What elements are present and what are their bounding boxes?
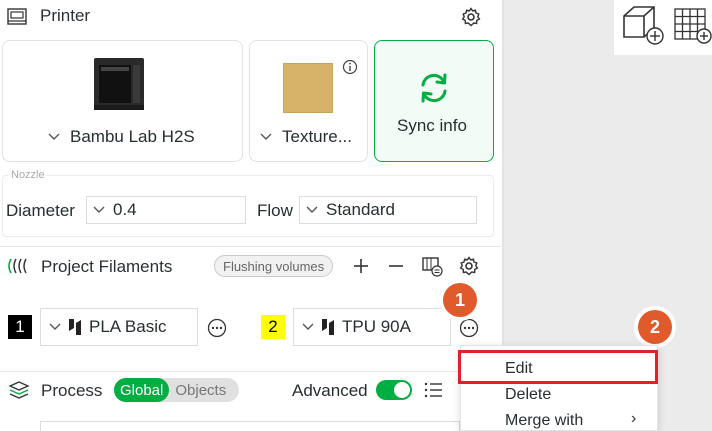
plate-image [283,63,333,113]
advanced-switch[interactable] [376,380,412,400]
process-title: Process [41,381,103,400]
sidebar: Printer Bambu Lab H2S Texture... Sync in… [0,0,502,431]
filament-sync-icon[interactable] [421,255,443,277]
plate-name: Texture... [282,127,352,146]
advanced-label: Advanced [292,381,368,400]
diameter-value: 0.4 [113,200,137,219]
remove-filament-icon[interactable] [387,257,405,275]
add-filament-icon[interactable] [352,257,370,275]
global-tab[interactable]: Global [114,378,170,402]
info-icon[interactable] [342,59,358,75]
filament-2-badge: 2 [261,315,285,339]
filament-spool-icon [8,258,30,274]
process-preset-select[interactable] [40,421,460,431]
step-1-number: 1 [454,289,465,310]
nozzle-group-label: Nozzle [9,169,47,181]
plate-card[interactable]: Texture... [249,40,368,162]
chevron-right-icon: › [631,410,637,427]
add-plate-icon[interactable] [672,4,712,46]
flow-select[interactable]: Standard [299,196,477,224]
filament-2-number: 2 [268,317,278,336]
step-2-number: 2 [649,316,660,337]
filament-1-badge: 1 [8,315,32,339]
menu-item-delete[interactable]: Delete [461,382,657,408]
filament-2-name: TPU 90A [342,317,411,336]
printer-image [93,57,145,111]
filament-2-select[interactable]: TPU 90A [293,308,451,346]
printer-card[interactable]: Bambu Lab H2S [2,40,243,162]
edit-highlight-box [458,350,658,384]
step-1-callout: 1 [443,283,477,317]
flow-value: Standard [326,200,395,219]
chevron-down-icon [260,133,272,140]
gear-icon[interactable] [460,6,482,28]
bambu-logo-icon [69,319,81,335]
more-options-icon[interactable] [207,318,227,338]
flushing-volumes-button[interactable]: Flushing volumes [214,255,334,277]
filament-1-name: PLA Basic [89,317,167,336]
sync-icon [417,71,451,105]
filaments-section-header: Project Filaments Flushing volumes [0,249,502,283]
viewport-toolbar [614,0,712,55]
section-divider [0,246,502,247]
chevron-down-icon [49,323,61,330]
plate-select[interactable]: Texture... [260,127,352,147]
chevron-down-icon [93,206,105,213]
flushing-volumes-label: Flushing volumes [223,258,325,274]
filament-1-select[interactable]: PLA Basic [40,308,198,346]
more-options-icon[interactable] [459,318,479,338]
section-divider [0,371,502,372]
objects-tab[interactable]: Objects [169,382,232,399]
filaments-title: Project Filaments [41,257,173,276]
switch-knob [394,382,410,398]
printer-icon [6,7,28,27]
diameter-label: Diameter [6,201,75,220]
add-cube-icon[interactable] [620,4,666,46]
diameter-select[interactable]: 0.4 [86,196,246,224]
printer-title: Printer [40,6,91,25]
flow-label: Flow [257,201,293,220]
process-section-header: Process Global Objects Advanced [0,373,502,407]
bambu-logo-icon [322,319,334,335]
chevron-down-icon [302,323,314,330]
gear-icon[interactable] [459,256,479,276]
process-scope-toggle[interactable]: Global Objects [114,378,239,402]
step-2-callout: 2 [638,310,672,344]
menu-item-merge-label: Merge with [505,412,584,429]
list-icon[interactable] [424,381,444,399]
filament-1-number: 1 [15,317,25,336]
layers-icon [8,381,30,399]
chevron-down-icon [48,133,60,140]
printer-section-header: Printer [0,0,502,34]
printer-select[interactable]: Bambu Lab H2S [48,127,195,147]
menu-item-merge-with[interactable]: Merge with › [461,408,657,431]
sync-info-label: Sync info [397,116,467,135]
chevron-down-icon [306,206,318,213]
sync-info-button[interactable]: Sync info [374,40,494,162]
printer-name: Bambu Lab H2S [70,127,195,146]
menu-item-delete-label: Delete [505,386,552,403]
